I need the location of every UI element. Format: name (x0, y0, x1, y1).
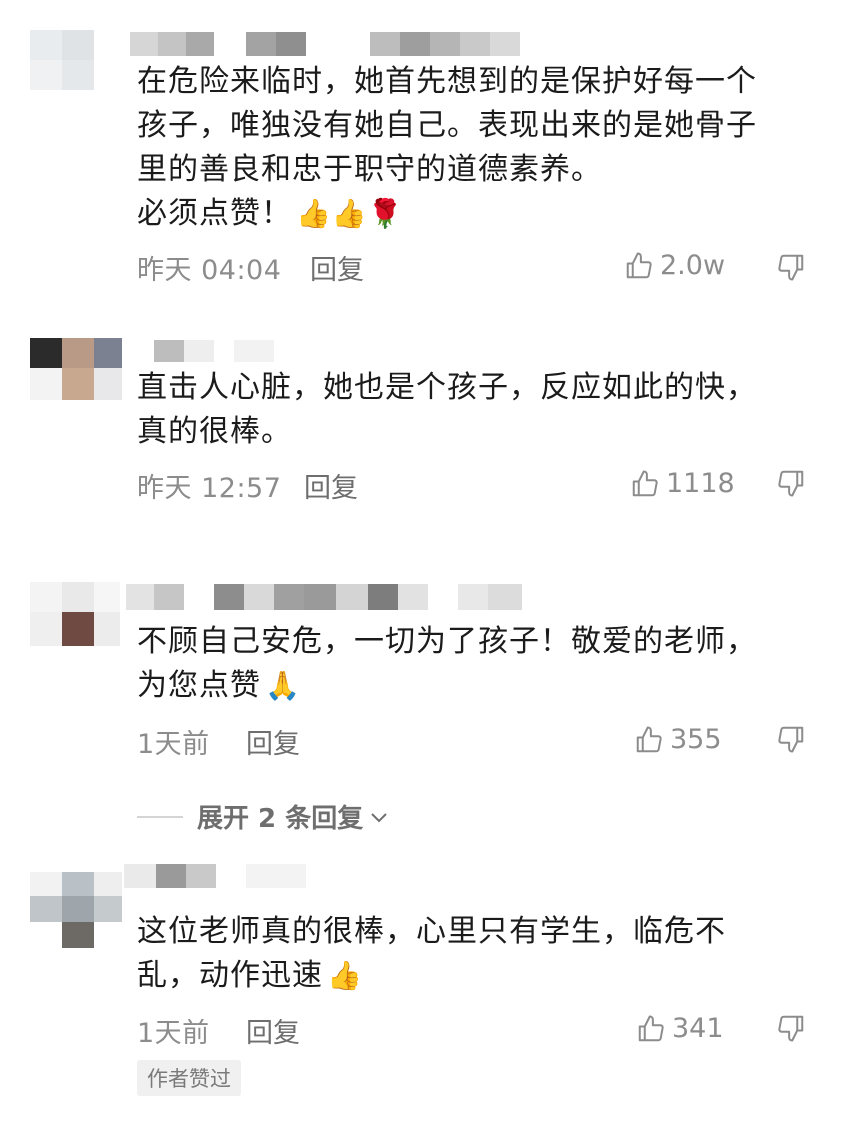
expand-replies-button[interactable]: 展开 2 条回复 (137, 798, 391, 835)
dislike-button[interactable] (776, 1013, 806, 1043)
comment-text: 直击人心脏，她也是个孩子，反应如此的快， 真的很棒。 (137, 366, 827, 454)
comment-text: 在危险来临时，她首先想到的是保护好每一个 孩子，唯独没有她自己。表现出来的是她骨… (137, 60, 827, 236)
reply-button[interactable]: 回复 (310, 248, 364, 287)
comment-line: 必须点赞！ (137, 196, 292, 231)
like-button[interactable]: 2.0w (624, 250, 725, 281)
emoji: 🙏 (265, 669, 301, 702)
thumbs-down-icon (776, 468, 806, 498)
emoji: 👍👍🌹 (296, 197, 404, 230)
comment-text: 这位老师真的很棒，心里只有学生，临危不 乱，动作迅速 👍 (137, 910, 827, 998)
reply-button[interactable]: 回复 (304, 466, 358, 505)
author-liked-badge: 作者赞过 (137, 1060, 241, 1096)
divider (137, 815, 183, 818)
comment-line: 在危险来临时，她首先想到的是保护好每一个 (137, 64, 757, 99)
comment-line: 真的很棒。 (137, 414, 292, 449)
like-button[interactable]: 1118 (630, 468, 735, 499)
dislike-button[interactable] (776, 468, 806, 498)
thumbs-down-icon (776, 1013, 806, 1043)
comment-text: 不顾自己安危，一切为了孩子！敬爱的老师， 为您点赞 🙏 (137, 620, 827, 708)
reply-button[interactable]: 回复 (246, 1011, 300, 1050)
like-button[interactable]: 355 (634, 724, 722, 755)
chevron-down-icon (367, 805, 391, 829)
thumbs-up-icon (636, 1014, 666, 1044)
comment-line: 不顾自己安危，一切为了孩子！敬爱的老师， (137, 624, 757, 659)
thumbs-down-icon (776, 724, 806, 754)
dislike-button[interactable] (776, 252, 806, 282)
comment-line: 为您点赞 (137, 668, 261, 703)
thumbs-up-icon (634, 725, 664, 755)
reply-button[interactable]: 回复 (246, 722, 300, 761)
like-count: 355 (670, 724, 722, 755)
thumbs-up-icon (630, 469, 660, 499)
comment-line: 里的善良和忠于职守的道德素养。 (137, 152, 602, 187)
like-count: 1118 (666, 468, 735, 499)
thumbs-up-icon (624, 251, 654, 281)
like-button[interactable]: 341 (636, 1013, 724, 1044)
like-count: 341 (672, 1013, 724, 1044)
timestamp: 1天前 (137, 729, 210, 760)
expand-replies-label: 展开 2 条回复 (197, 804, 364, 834)
comment-line: 乱，动作迅速 (137, 958, 323, 993)
timestamp: 1天前 (137, 1018, 210, 1049)
comment-line: 这位老师真的很棒，心里只有学生，临危不 (137, 914, 726, 949)
thumbs-down-icon (776, 252, 806, 282)
like-count: 2.0w (660, 250, 726, 281)
comment-line: 孩子，唯独没有她自己。表现出来的是她骨子 (137, 108, 757, 143)
timestamp: 昨天 04:04 (137, 255, 282, 286)
timestamp: 昨天 12:57 (137, 473, 282, 504)
comment-line: 直击人心脏，她也是个孩子，反应如此的快， (137, 370, 757, 405)
dislike-button[interactable] (776, 724, 806, 754)
emoji: 👍 (327, 959, 363, 992)
